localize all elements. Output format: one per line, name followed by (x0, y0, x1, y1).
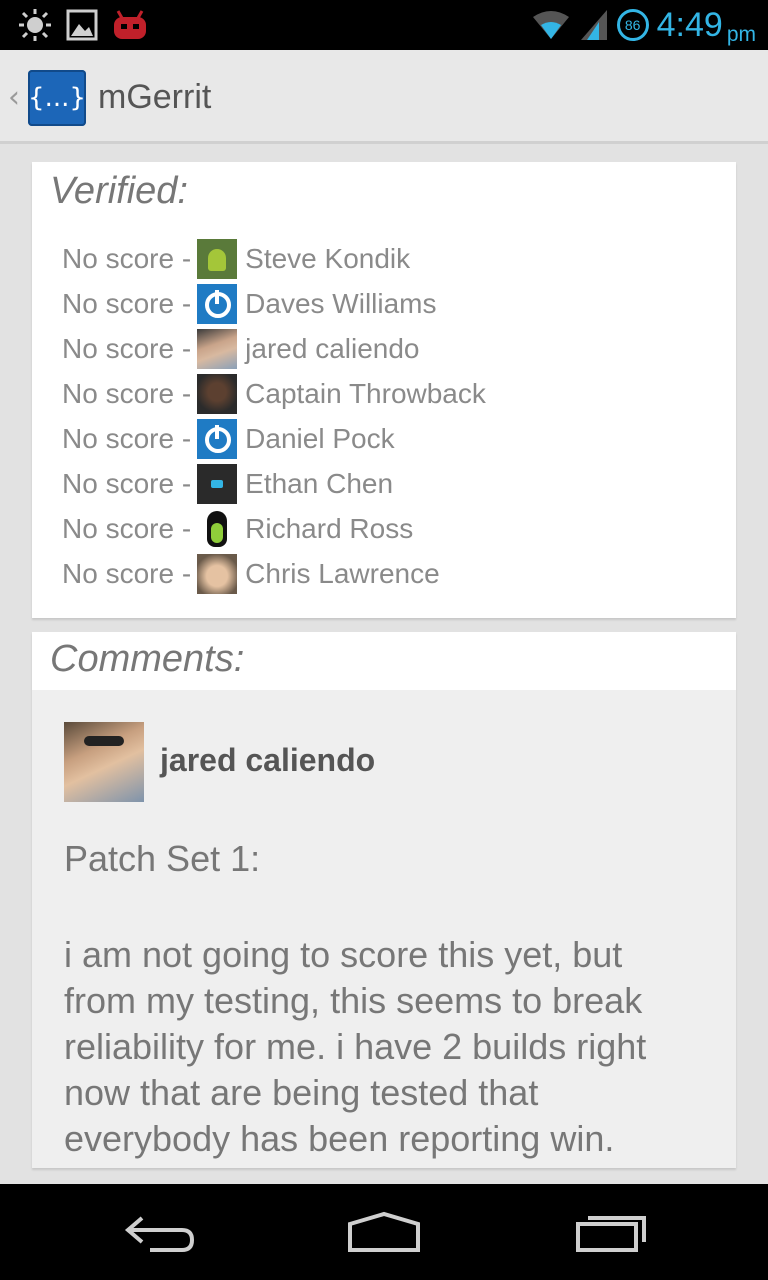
review-score: No score - (62, 242, 192, 274)
back-icon[interactable] (120, 1208, 200, 1256)
recent-apps-icon[interactable] (572, 1208, 652, 1256)
review-score: No score - (62, 332, 192, 364)
action-bar: ‹ {...} mGerrit (0, 50, 768, 144)
review-row[interactable]: No score - Daves Williams (62, 281, 486, 326)
review-score: No score - (62, 557, 192, 589)
photo-avatar (197, 373, 238, 414)
reviewer-name: Steve Kondik (245, 242, 411, 274)
android-avatar (197, 238, 238, 279)
reviewer-name: Captain Throwback (245, 377, 486, 409)
comment-author-avatar[interactable] (64, 722, 144, 802)
system-icons: 86 4:49 pm (531, 4, 756, 46)
photo-avatar (197, 328, 238, 369)
review-list: No score - Steve Kondik No score - Daves… (62, 236, 486, 596)
review-row[interactable]: No score - Steve Kondik (62, 236, 486, 281)
home-icon[interactable] (344, 1208, 424, 1256)
review-score: No score - (62, 512, 192, 544)
picture-icon (66, 9, 98, 41)
comment-author: jared caliendo (160, 742, 376, 778)
clock-ampm: pm (726, 22, 756, 46)
review-row[interactable]: No score - Daniel Pock (62, 416, 486, 461)
reviewer-name: Daniel Pock (245, 422, 395, 454)
status-bar: 86 4:49 pm (0, 0, 768, 50)
signal-icon (580, 10, 607, 40)
notification-icons (18, 6, 148, 44)
reviewer-name: Daves Williams (245, 287, 437, 319)
reviewer-name: jared caliendo (245, 332, 420, 364)
review-row[interactable]: No score - Richard Ross (62, 506, 486, 551)
review-row[interactable]: No score - jared caliendo (62, 326, 486, 371)
comments-header-bar: Comments: (32, 632, 736, 690)
battery-icon: 86 (616, 9, 649, 41)
clock-time: 4:49 (656, 5, 723, 44)
app-title: mGerrit (98, 78, 212, 116)
comment-body: i am not going to score this yet, but fr… (64, 934, 647, 1159)
review-row[interactable]: No score - Captain Throwback (62, 371, 486, 416)
power-avatar (197, 283, 238, 324)
reviewer-name: Richard Ross (245, 512, 414, 544)
review-score: No score - (62, 287, 192, 319)
tux-avatar (197, 508, 238, 549)
review-score: No score - (62, 467, 192, 499)
verified-card: Verified: No score - Steve Kondik No sco… (32, 162, 736, 618)
wifi-icon (532, 11, 569, 39)
review-score: No score - (62, 377, 192, 409)
clock: 4:49 pm (656, 5, 756, 46)
navigation-bar (0, 1184, 768, 1280)
review-row[interactable]: No score - Ethan Chen (62, 461, 486, 506)
review-score: No score - (62, 422, 192, 454)
power-avatar (197, 418, 238, 459)
app-icon[interactable]: {...} (28, 70, 86, 126)
reviewer-name: Chris Lawrence (245, 557, 440, 589)
comment-patch-set: Patch Set 1: (64, 838, 261, 879)
comments-header: Comments: (50, 638, 245, 680)
review-row[interactable]: No score - Chris Lawrence (62, 551, 486, 596)
reviewer-name: Ethan Chen (245, 467, 394, 499)
comments-card: Comments: jared caliendo Patch Set 1: i … (32, 632, 736, 1168)
brightness-icon (19, 9, 51, 41)
photo-avatar (197, 553, 238, 594)
verified-header: Verified: (50, 170, 188, 212)
up-navigation-icon[interactable]: ‹ (8, 80, 20, 115)
cyanogenmod-icon (114, 10, 146, 39)
htc-avatar (197, 463, 238, 504)
